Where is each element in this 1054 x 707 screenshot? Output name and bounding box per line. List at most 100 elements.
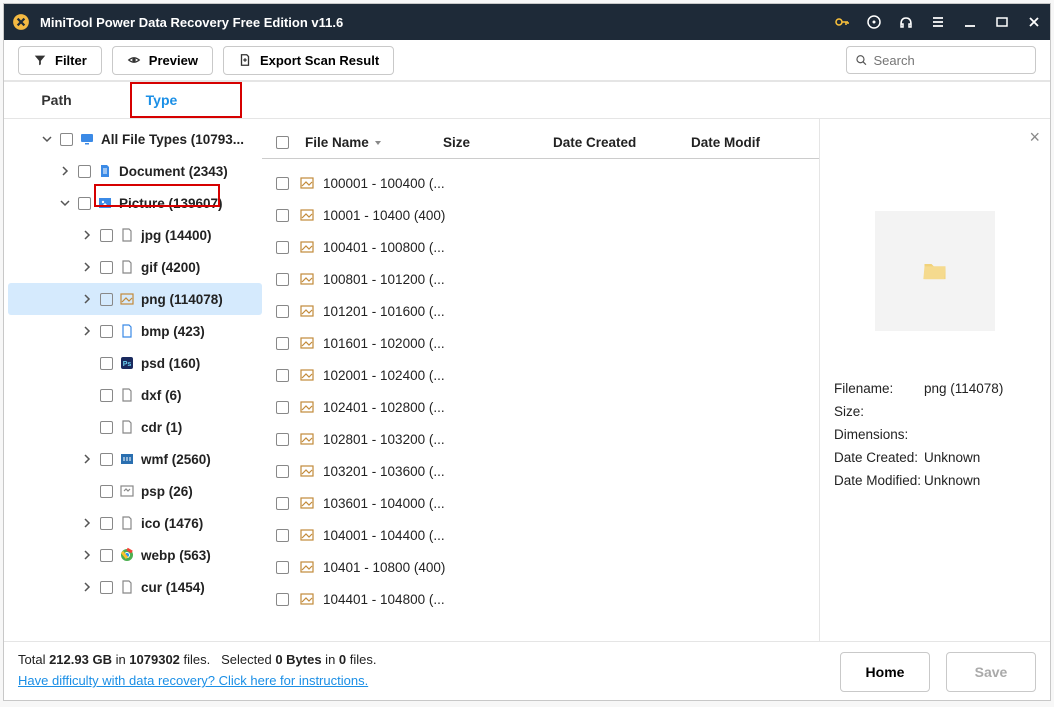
tree-checkbox[interactable] bbox=[100, 421, 113, 434]
tree-node[interactable]: gif (4200) bbox=[8, 251, 262, 283]
tree-node[interactable]: Pspsd (160) bbox=[8, 347, 262, 379]
tree-checkbox[interactable] bbox=[60, 133, 73, 146]
tree-label: ico (1476) bbox=[141, 516, 203, 531]
file-row[interactable]: 101601 - 102000 (... bbox=[272, 327, 809, 359]
tree-checkbox[interactable] bbox=[100, 485, 113, 498]
tree-node[interactable]: Document (2343) bbox=[8, 155, 262, 187]
file-checkbox[interactable] bbox=[276, 401, 289, 414]
file-row[interactable]: 102001 - 102400 (... bbox=[272, 359, 809, 391]
tree-node[interactable]: cur (1454) bbox=[8, 571, 262, 603]
file-checkbox[interactable] bbox=[276, 369, 289, 382]
file-row[interactable]: 100001 - 100400 (... bbox=[272, 167, 809, 199]
file-checkbox[interactable] bbox=[276, 337, 289, 350]
tree-checkbox[interactable] bbox=[100, 325, 113, 338]
tab-path[interactable]: Path bbox=[4, 82, 109, 118]
tree-node[interactable]: png (114078) bbox=[8, 283, 262, 315]
file-checkbox[interactable] bbox=[276, 241, 289, 254]
tree-node[interactable]: cdr (1) bbox=[8, 411, 262, 443]
file-row[interactable]: 104001 - 104400 (... bbox=[272, 519, 809, 551]
chevron-right-icon[interactable] bbox=[80, 548, 94, 562]
file-checkbox[interactable] bbox=[276, 465, 289, 478]
preview-close-icon[interactable]: × bbox=[1029, 127, 1040, 148]
chevron-right-icon[interactable] bbox=[80, 292, 94, 306]
tree-checkbox[interactable] bbox=[100, 229, 113, 242]
file-checkbox[interactable] bbox=[276, 561, 289, 574]
disc-icon[interactable] bbox=[866, 14, 882, 30]
filter-button[interactable]: Filter bbox=[18, 46, 102, 75]
file-checkbox[interactable] bbox=[276, 433, 289, 446]
tree-node[interactable]: dxf (6) bbox=[8, 379, 262, 411]
tree-node[interactable]: webp (563) bbox=[8, 539, 262, 571]
tree-checkbox[interactable] bbox=[100, 389, 113, 402]
file-checkbox[interactable] bbox=[276, 209, 289, 222]
column-size[interactable]: Size bbox=[443, 135, 553, 150]
chevron-right-icon[interactable] bbox=[80, 228, 94, 242]
tree-checkbox[interactable] bbox=[100, 357, 113, 370]
file-row[interactable]: 103601 - 104000 (... bbox=[272, 487, 809, 519]
menu-icon[interactable] bbox=[930, 14, 946, 30]
file-row[interactable]: 103201 - 103600 (... bbox=[272, 455, 809, 487]
file-row[interactable]: 104401 - 104800 (... bbox=[272, 583, 809, 615]
chevron-right-icon[interactable] bbox=[80, 260, 94, 274]
tree-node[interactable]: ico (1476) bbox=[8, 507, 262, 539]
select-all-checkbox[interactable] bbox=[276, 136, 289, 149]
chevron-down-icon[interactable] bbox=[40, 132, 54, 146]
file-checkbox[interactable] bbox=[276, 305, 289, 318]
file-checkbox[interactable] bbox=[276, 529, 289, 542]
file-row[interactable]: 100801 - 101200 (... bbox=[272, 263, 809, 295]
tree-node[interactable]: psp (26) bbox=[8, 475, 262, 507]
key-icon[interactable] bbox=[834, 14, 850, 30]
folder-img-icon bbox=[299, 239, 315, 255]
tree-node[interactable]: Picture (139607) bbox=[8, 187, 262, 219]
file-row[interactable]: 10401 - 10800 (400) bbox=[272, 551, 809, 583]
file-row[interactable]: 10001 - 10400 (400) bbox=[272, 199, 809, 231]
file-list[interactable]: 100001 - 100400 (...10001 - 10400 (400)1… bbox=[262, 159, 819, 641]
headphones-icon[interactable] bbox=[898, 14, 914, 30]
search-box[interactable] bbox=[846, 46, 1036, 74]
chevron-right-icon[interactable] bbox=[80, 324, 94, 338]
tree-checkbox[interactable] bbox=[100, 581, 113, 594]
tree-checkbox[interactable] bbox=[78, 197, 91, 210]
search-icon bbox=[855, 53, 868, 67]
tree-checkbox[interactable] bbox=[100, 293, 113, 306]
file-checkbox[interactable] bbox=[276, 593, 289, 606]
close-icon[interactable] bbox=[1026, 14, 1042, 30]
tree-checkbox[interactable] bbox=[100, 261, 113, 274]
chevron-right-icon[interactable] bbox=[80, 580, 94, 594]
tree-node[interactable]: wmf (2560) bbox=[8, 443, 262, 475]
save-button[interactable]: Save bbox=[946, 652, 1036, 692]
minimize-icon[interactable] bbox=[962, 14, 978, 30]
file-checkbox[interactable] bbox=[276, 273, 289, 286]
file-row[interactable]: 101201 - 101600 (... bbox=[272, 295, 809, 327]
file-row[interactable]: 100401 - 100800 (... bbox=[272, 231, 809, 263]
tab-type[interactable]: Type bbox=[109, 82, 214, 118]
maximize-icon[interactable] bbox=[994, 14, 1010, 30]
export-button[interactable]: Export Scan Result bbox=[223, 46, 394, 75]
column-filename[interactable]: File Name bbox=[305, 135, 443, 150]
help-link[interactable]: Have difficulty with data recovery? Clic… bbox=[18, 673, 368, 688]
file-row[interactable]: 102801 - 103200 (... bbox=[272, 423, 809, 455]
file-checkbox[interactable] bbox=[276, 497, 289, 510]
toolbar: Filter Preview Export Scan Result bbox=[4, 40, 1050, 82]
tree-node[interactable]: jpg (14400) bbox=[8, 219, 262, 251]
tree-node[interactable]: bmp (423) bbox=[8, 315, 262, 347]
home-button[interactable]: Home bbox=[840, 652, 930, 692]
tree-checkbox[interactable] bbox=[100, 453, 113, 466]
tree-checkbox[interactable] bbox=[78, 165, 91, 178]
folder-img-icon bbox=[299, 527, 315, 543]
chevron-down-icon[interactable] bbox=[58, 196, 72, 210]
file-type-tree[interactable]: All File Types (10793...Document (2343)P… bbox=[4, 119, 262, 641]
tree-checkbox[interactable] bbox=[100, 549, 113, 562]
file-row[interactable]: 102401 - 102800 (... bbox=[272, 391, 809, 423]
chevron-right-icon[interactable] bbox=[58, 164, 72, 178]
tree-checkbox[interactable] bbox=[100, 517, 113, 530]
chevron-right-icon[interactable] bbox=[80, 452, 94, 466]
preview-button[interactable]: Preview bbox=[112, 46, 213, 75]
search-input[interactable] bbox=[874, 53, 1028, 68]
column-date-modified[interactable]: Date Modif bbox=[691, 135, 771, 150]
column-date-created[interactable]: Date Created bbox=[553, 135, 691, 150]
tree-label: All File Types (10793... bbox=[101, 132, 244, 147]
chevron-right-icon[interactable] bbox=[80, 516, 94, 530]
tree-node[interactable]: All File Types (10793... bbox=[8, 123, 262, 155]
file-checkbox[interactable] bbox=[276, 177, 289, 190]
